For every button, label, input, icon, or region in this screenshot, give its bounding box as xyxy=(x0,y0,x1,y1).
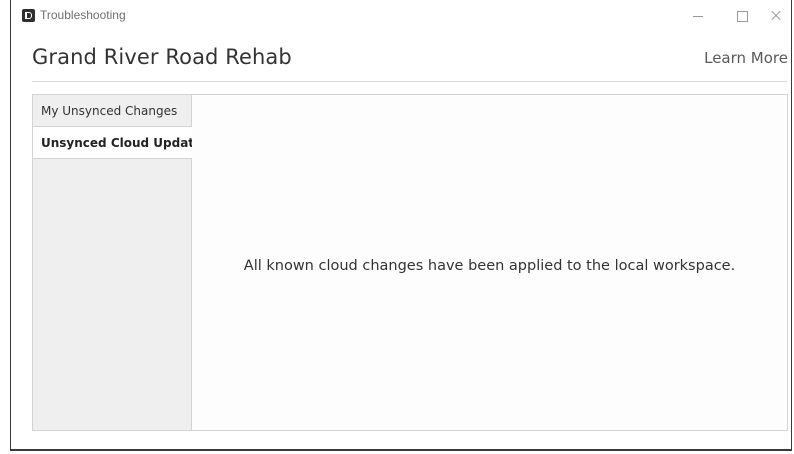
tab-my-unsynced-changes[interactable]: My Unsynced Changes xyxy=(33,95,191,127)
content-area: All known cloud changes have been applie… xyxy=(192,95,787,430)
project-title: Grand River Road Rehab xyxy=(32,45,292,69)
window-title: Troubleshooting xyxy=(40,8,126,22)
sidebar: My Unsynced Changes Unsynced Cloud Updat… xyxy=(33,95,209,430)
status-message: All known cloud changes have been applie… xyxy=(243,258,736,274)
troubleshooting-window: Troubleshooting Grand River Road Rehab L… xyxy=(10,0,792,451)
tab-unsynced-cloud-updates[interactable]: Unsynced Cloud Updates xyxy=(33,127,209,159)
title-bar[interactable]: Troubleshooting xyxy=(11,0,791,32)
app-icon xyxy=(22,9,35,22)
close-icon[interactable] xyxy=(756,0,792,32)
learn-more-link[interactable]: Learn More xyxy=(704,49,788,67)
main-panel: My Unsynced Changes Unsynced Cloud Updat… xyxy=(32,94,788,431)
minimize-icon[interactable] xyxy=(676,0,720,32)
header-divider xyxy=(32,81,787,82)
